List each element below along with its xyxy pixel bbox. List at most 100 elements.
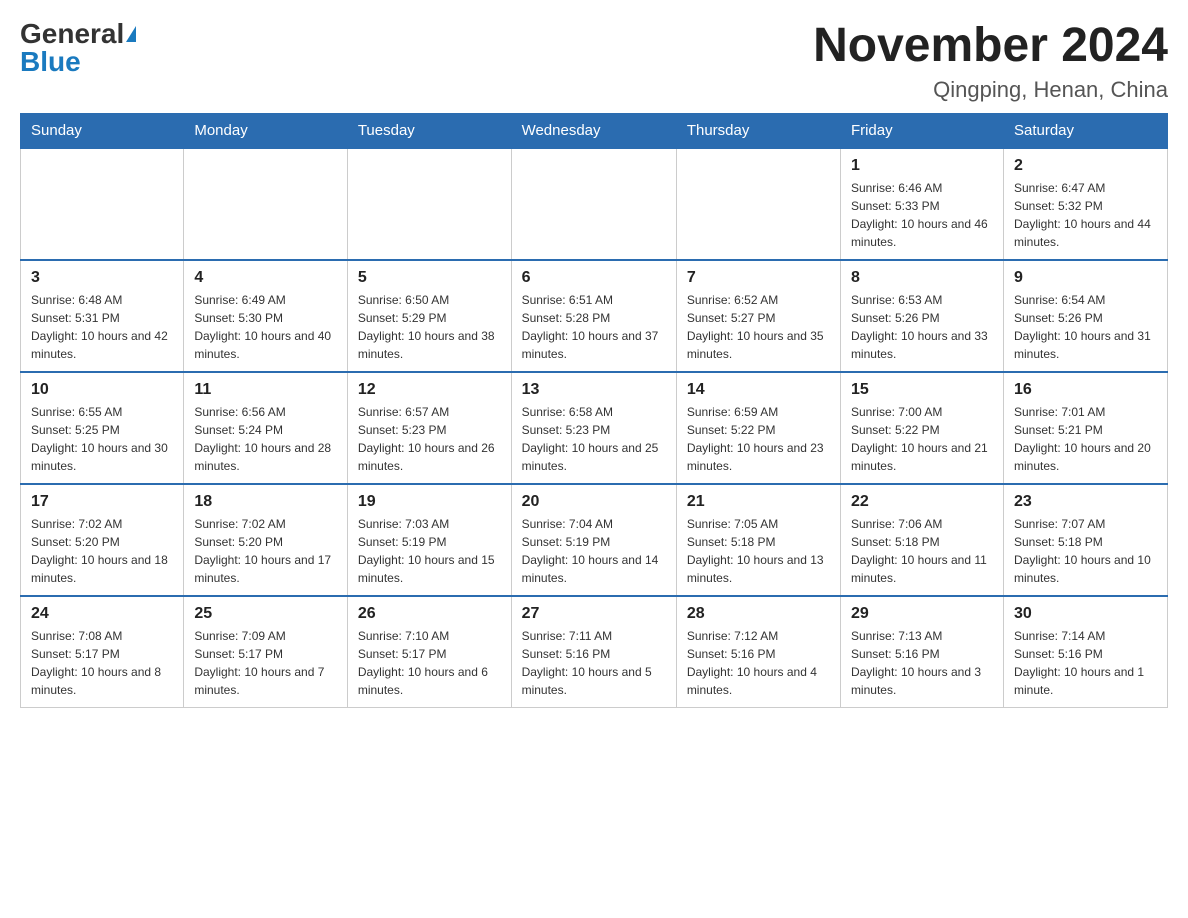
calendar-day-cell: 9Sunrise: 6:54 AM Sunset: 5:26 PM Daylig… [1003,260,1167,372]
calendar-day-cell: 29 Sunrise: 7:13 AM Sunset: 5:16 PM Dayli… [840,596,1003,708]
day-number: 21 [687,493,830,511]
day-info: Sunrise: 6:55 AM Sunset: 5:25 PM Dayligh… [31,403,173,475]
day-number: 3 [31,269,173,287]
calendar-day-cell: 20Sunrise: 7:04 AM Sunset: 5:19 PM Dayli… [511,484,676,596]
day-info: Sunrise: 6:52 AM Sunset: 5:27 PM Dayligh… [687,291,830,363]
day-info: Sunrise: 7:09 AM Sunset: 5:17 PM Dayligh… [194,627,337,699]
calendar-day-cell: 1 Sunrise: 6:46 AM Sunset: 5:33 PM Daylig… [840,148,1003,260]
calendar-day-cell: 3 Sunrise: 6:48 AM Sunset: 5:31 PM Daylig… [21,260,184,372]
day-info: Sunrise: 6:54 AM Sunset: 5:26 PM Dayligh… [1014,291,1157,363]
day-number: 14 [687,381,830,399]
calendar-day-cell: 5Sunrise: 6:50 AM Sunset: 5:29 PM Daylig… [347,260,511,372]
day-number: 25 [194,605,337,623]
calendar-day-cell: 18 Sunrise: 7:02 AM Sunset: 5:20 PM Dayli… [184,484,348,596]
day-number: 24 [31,605,173,623]
day-info: Sunrise: 7:05 AM Sunset: 5:18 PM Dayligh… [687,515,830,587]
calendar-day-cell [347,148,511,260]
day-info: Sunrise: 7:03 AM Sunset: 5:19 PM Dayligh… [358,515,501,587]
logo-triangle-icon [126,26,136,42]
day-number: 22 [851,493,993,511]
day-number: 4 [194,269,337,287]
calendar-day-cell: 12 Sunrise: 6:57 AM Sunset: 5:23 PM Dayli… [347,372,511,484]
calendar-week-row: 17 Sunrise: 7:02 AM Sunset: 5:20 PM Dayli… [21,484,1168,596]
day-info: Sunrise: 7:02 AM Sunset: 5:20 PM Dayligh… [194,515,337,587]
calendar-week-row: 10 Sunrise: 6:55 AM Sunset: 5:25 PM Dayli… [21,372,1168,484]
calendar-day-cell: 10 Sunrise: 6:55 AM Sunset: 5:25 PM Dayli… [21,372,184,484]
calendar-day-cell: 30 Sunrise: 7:14 AM Sunset: 5:16 PM Dayli… [1003,596,1167,708]
location-title: Qingping, Henan, China [813,77,1168,103]
day-info: Sunrise: 7:12 AM Sunset: 5:16 PM Dayligh… [687,627,830,699]
day-info: Sunrise: 7:02 AM Sunset: 5:20 PM Dayligh… [31,515,173,587]
calendar-day-cell: 17 Sunrise: 7:02 AM Sunset: 5:20 PM Dayli… [21,484,184,596]
day-number: 13 [522,381,666,399]
day-number: 19 [358,493,501,511]
calendar-day-cell: 26 Sunrise: 7:10 AM Sunset: 5:17 PM Dayli… [347,596,511,708]
day-info: Sunrise: 6:59 AM Sunset: 5:22 PM Dayligh… [687,403,830,475]
day-number: 16 [1014,381,1157,399]
day-number: 26 [358,605,501,623]
calendar-day-cell: 15Sunrise: 7:00 AM Sunset: 5:22 PM Dayli… [840,372,1003,484]
calendar-day-cell: 27 Sunrise: 7:11 AM Sunset: 5:16 PM Dayli… [511,596,676,708]
day-number: 8 [851,269,993,287]
day-info: Sunrise: 6:46 AM Sunset: 5:33 PM Dayligh… [851,179,993,251]
day-of-week-header: Tuesday [347,113,511,148]
day-number: 10 [31,381,173,399]
calendar-day-cell: 23Sunrise: 7:07 AM Sunset: 5:18 PM Dayli… [1003,484,1167,596]
day-of-week-header: Wednesday [511,113,676,148]
calendar-week-row: 1 Sunrise: 6:46 AM Sunset: 5:33 PM Daylig… [21,148,1168,260]
day-info: Sunrise: 6:48 AM Sunset: 5:31 PM Dayligh… [31,291,173,363]
day-info: Sunrise: 7:13 AM Sunset: 5:16 PM Dayligh… [851,627,993,699]
day-info: Sunrise: 7:06 AM Sunset: 5:18 PM Dayligh… [851,515,993,587]
day-of-week-header: Thursday [676,113,840,148]
calendar-day-cell: 2Sunrise: 6:47 AM Sunset: 5:32 PM Daylig… [1003,148,1167,260]
day-info: Sunrise: 6:58 AM Sunset: 5:23 PM Dayligh… [522,403,666,475]
day-number: 17 [31,493,173,511]
day-number: 27 [522,605,666,623]
day-info: Sunrise: 7:08 AM Sunset: 5:17 PM Dayligh… [31,627,173,699]
day-info: Sunrise: 6:57 AM Sunset: 5:23 PM Dayligh… [358,403,501,475]
day-number: 1 [851,157,993,175]
month-title: November 2024 [813,20,1168,73]
calendar-day-cell [511,148,676,260]
calendar-day-cell: 16 Sunrise: 7:01 AM Sunset: 5:21 PM Dayli… [1003,372,1167,484]
day-number: 29 [851,605,993,623]
day-info: Sunrise: 7:04 AM Sunset: 5:19 PM Dayligh… [522,515,666,587]
day-info: Sunrise: 7:11 AM Sunset: 5:16 PM Dayligh… [522,627,666,699]
page-header: General Blue November 2024 Qingping, Hen… [20,20,1168,103]
logo: General Blue [20,20,136,76]
calendar-day-cell: 7 Sunrise: 6:52 AM Sunset: 5:27 PM Daylig… [676,260,840,372]
day-info: Sunrise: 7:10 AM Sunset: 5:17 PM Dayligh… [358,627,501,699]
calendar-day-cell: 28 Sunrise: 7:12 AM Sunset: 5:16 PM Dayli… [676,596,840,708]
title-section: November 2024 Qingping, Henan, China [813,20,1168,103]
logo-blue: Blue [20,48,81,76]
calendar-day-cell: 4Sunrise: 6:49 AM Sunset: 5:30 PM Daylig… [184,260,348,372]
day-of-week-header: Sunday [21,113,184,148]
day-of-week-header: Monday [184,113,348,148]
calendar-week-row: 24 Sunrise: 7:08 AM Sunset: 5:17 PM Dayli… [21,596,1168,708]
day-number: 30 [1014,605,1157,623]
day-number: 6 [522,269,666,287]
calendar-day-cell: 8Sunrise: 6:53 AM Sunset: 5:26 PM Daylig… [840,260,1003,372]
day-of-week-header: Friday [840,113,1003,148]
calendar-day-cell [676,148,840,260]
calendar-day-cell: 24 Sunrise: 7:08 AM Sunset: 5:17 PM Dayli… [21,596,184,708]
day-number: 28 [687,605,830,623]
day-info: Sunrise: 7:01 AM Sunset: 5:21 PM Dayligh… [1014,403,1157,475]
calendar-day-cell: 14 Sunrise: 6:59 AM Sunset: 5:22 PM Dayli… [676,372,840,484]
calendar-day-cell: 25 Sunrise: 7:09 AM Sunset: 5:17 PM Dayli… [184,596,348,708]
day-number: 2 [1014,157,1157,175]
day-of-week-header: Saturday [1003,113,1167,148]
logo-general: General [20,20,124,48]
calendar-header-row: SundayMondayTuesdayWednesdayThursdayFrid… [21,113,1168,148]
day-number: 12 [358,381,501,399]
day-number: 15 [851,381,993,399]
calendar-day-cell [184,148,348,260]
calendar-day-cell: 21 Sunrise: 7:05 AM Sunset: 5:18 PM Dayli… [676,484,840,596]
day-number: 18 [194,493,337,511]
day-number: 23 [1014,493,1157,511]
day-number: 5 [358,269,501,287]
day-number: 7 [687,269,830,287]
day-info: Sunrise: 7:14 AM Sunset: 5:16 PM Dayligh… [1014,627,1157,699]
calendar-day-cell: 6Sunrise: 6:51 AM Sunset: 5:28 PM Daylig… [511,260,676,372]
day-info: Sunrise: 6:56 AM Sunset: 5:24 PM Dayligh… [194,403,337,475]
